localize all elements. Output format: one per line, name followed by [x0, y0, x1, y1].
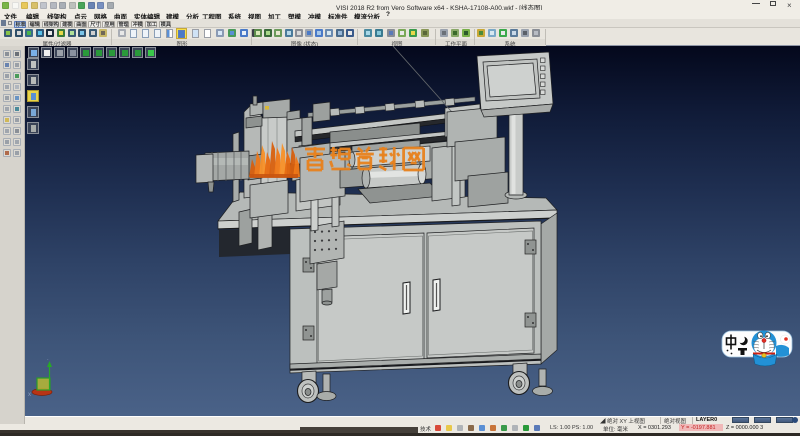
svg-text:x: x: [28, 392, 31, 398]
svg-text:.: .: [47, 356, 49, 362]
